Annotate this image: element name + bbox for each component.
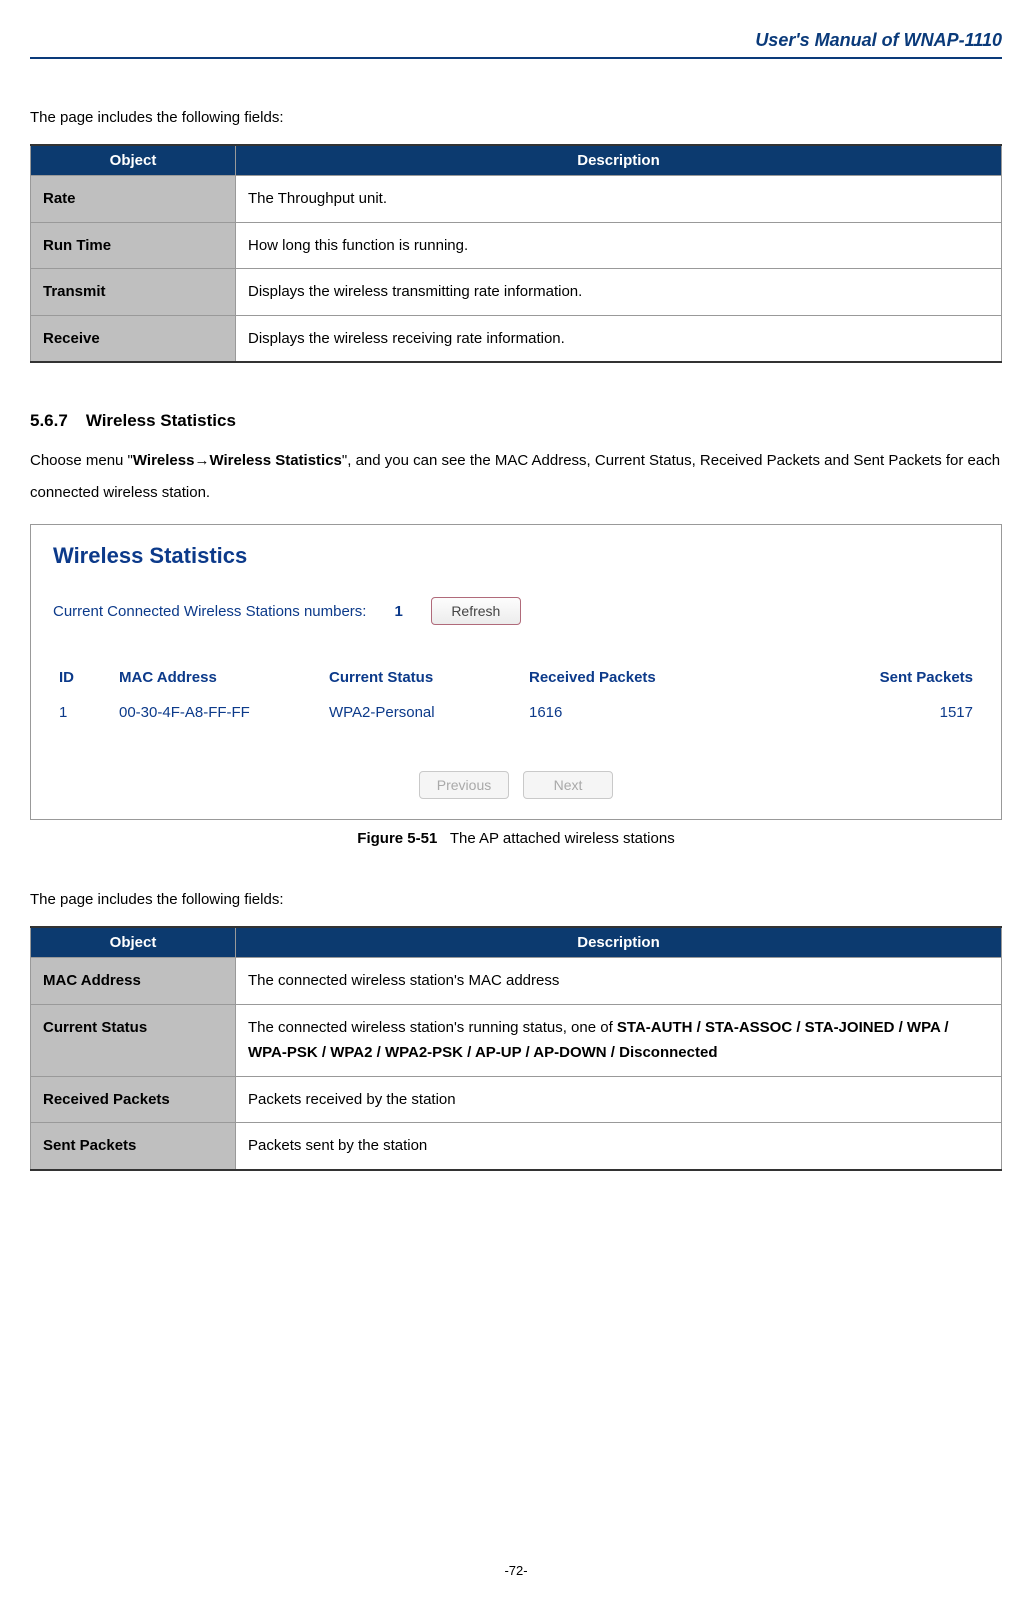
table-row: Rate The Throughput unit. [31, 176, 1002, 223]
document-header-title: User's Manual of WNAP-1110 [30, 30, 1002, 59]
table2-desc-mac: The connected wireless station's MAC add… [236, 958, 1002, 1005]
table-row: Run Time How long this function is runni… [31, 222, 1002, 269]
table-row: Receive Displays the wireless receiving … [31, 315, 1002, 362]
figure-title: Wireless Statistics [53, 543, 979, 569]
table1-desc-rate: The Throughput unit. [236, 176, 1002, 223]
figure-table-row: 1 00-30-4F-A8-FF-FF WPA2-Personal 1616 1… [53, 696, 979, 721]
table1-obj-rate: Rate [31, 176, 236, 223]
fields-table-1: Object Description Rate The Throughput u… [30, 144, 1002, 363]
status-desc-pre: The connected wireless station's running… [248, 1019, 617, 1036]
table1-header-object: Object [31, 145, 236, 176]
stations-label: Current Connected Wireless Stations numb… [53, 603, 366, 620]
table2-desc-tx: Packets sent by the station [236, 1123, 1002, 1170]
page-number: -72- [0, 1563, 1032, 1578]
cell-status: WPA2-Personal [329, 704, 529, 721]
figure-box: Wireless Statistics Current Connected Wi… [30, 524, 1002, 820]
table1-obj-transmit: Transmit [31, 269, 236, 316]
table2-obj-rx: Received Packets [31, 1076, 236, 1123]
table2-header-description: Description [236, 927, 1002, 958]
refresh-button[interactable]: Refresh [431, 597, 521, 625]
fields-table-2: Object Description MAC Address The conne… [30, 926, 1002, 1171]
table1-desc-transmit: Displays the wireless transmitting rate … [236, 269, 1002, 316]
table2-desc-status: The connected wireless station's running… [236, 1004, 1002, 1076]
cell-rx: 1616 [529, 704, 759, 721]
table-row: Current Status The connected wireless st… [31, 1004, 1002, 1076]
table2-obj-mac: MAC Address [31, 958, 236, 1005]
intro-text-2: The page includes the following fields: [30, 891, 1002, 908]
figure-nav: Previous Next [53, 771, 979, 799]
figure-caption-text: The AP attached wireless stations [450, 830, 675, 847]
section-heading: 5.6.7 Wireless Statistics [30, 411, 1002, 431]
figure-caption: Figure 5-51 The AP attached wireless sta… [30, 830, 1002, 847]
col-mac: MAC Address [119, 669, 329, 686]
table1-desc-receive: Displays the wireless receiving rate inf… [236, 315, 1002, 362]
table1-header-description: Description [236, 145, 1002, 176]
para-arrow: → [194, 452, 209, 469]
table1-obj-receive: Receive [31, 315, 236, 362]
figure-table-header: ID MAC Address Current Status Received P… [53, 669, 979, 696]
intro-text-1: The page includes the following fields: [30, 109, 1002, 126]
table-row: Sent Packets Packets sent by the station [31, 1123, 1002, 1170]
col-status: Current Status [329, 669, 529, 686]
table2-desc-rx: Packets received by the station [236, 1076, 1002, 1123]
table2-header-object: Object [31, 927, 236, 958]
next-button[interactable]: Next [523, 771, 613, 799]
cell-tx: 1517 [759, 704, 973, 721]
table-row: Transmit Displays the wireless transmitt… [31, 269, 1002, 316]
col-id: ID [59, 669, 119, 686]
para-menu-wireless-statistics: Wireless Statistics [209, 452, 341, 469]
cell-mac: 00-30-4F-A8-FF-FF [119, 704, 329, 721]
figure-caption-id: Figure 5-51 [357, 830, 437, 847]
col-rx: Received Packets [529, 669, 759, 686]
table2-obj-status: Current Status [31, 1004, 236, 1076]
para-menu-wireless: Wireless [133, 452, 195, 469]
table1-desc-runtime: How long this function is running. [236, 222, 1002, 269]
table-row: Received Packets Packets received by the… [31, 1076, 1002, 1123]
section-title: Wireless Statistics [86, 411, 236, 430]
table2-obj-tx: Sent Packets [31, 1123, 236, 1170]
section-number: 5.6.7 [30, 411, 68, 431]
col-tx: Sent Packets [759, 669, 973, 686]
table1-obj-runtime: Run Time [31, 222, 236, 269]
para-pre: Choose menu " [30, 452, 133, 469]
cell-id: 1 [59, 704, 119, 721]
section-paragraph: Choose menu "Wireless→Wireless Statistic… [30, 445, 1002, 508]
stations-count: 1 [394, 603, 402, 620]
table-row: MAC Address The connected wireless stati… [31, 958, 1002, 1005]
previous-button[interactable]: Previous [419, 771, 509, 799]
